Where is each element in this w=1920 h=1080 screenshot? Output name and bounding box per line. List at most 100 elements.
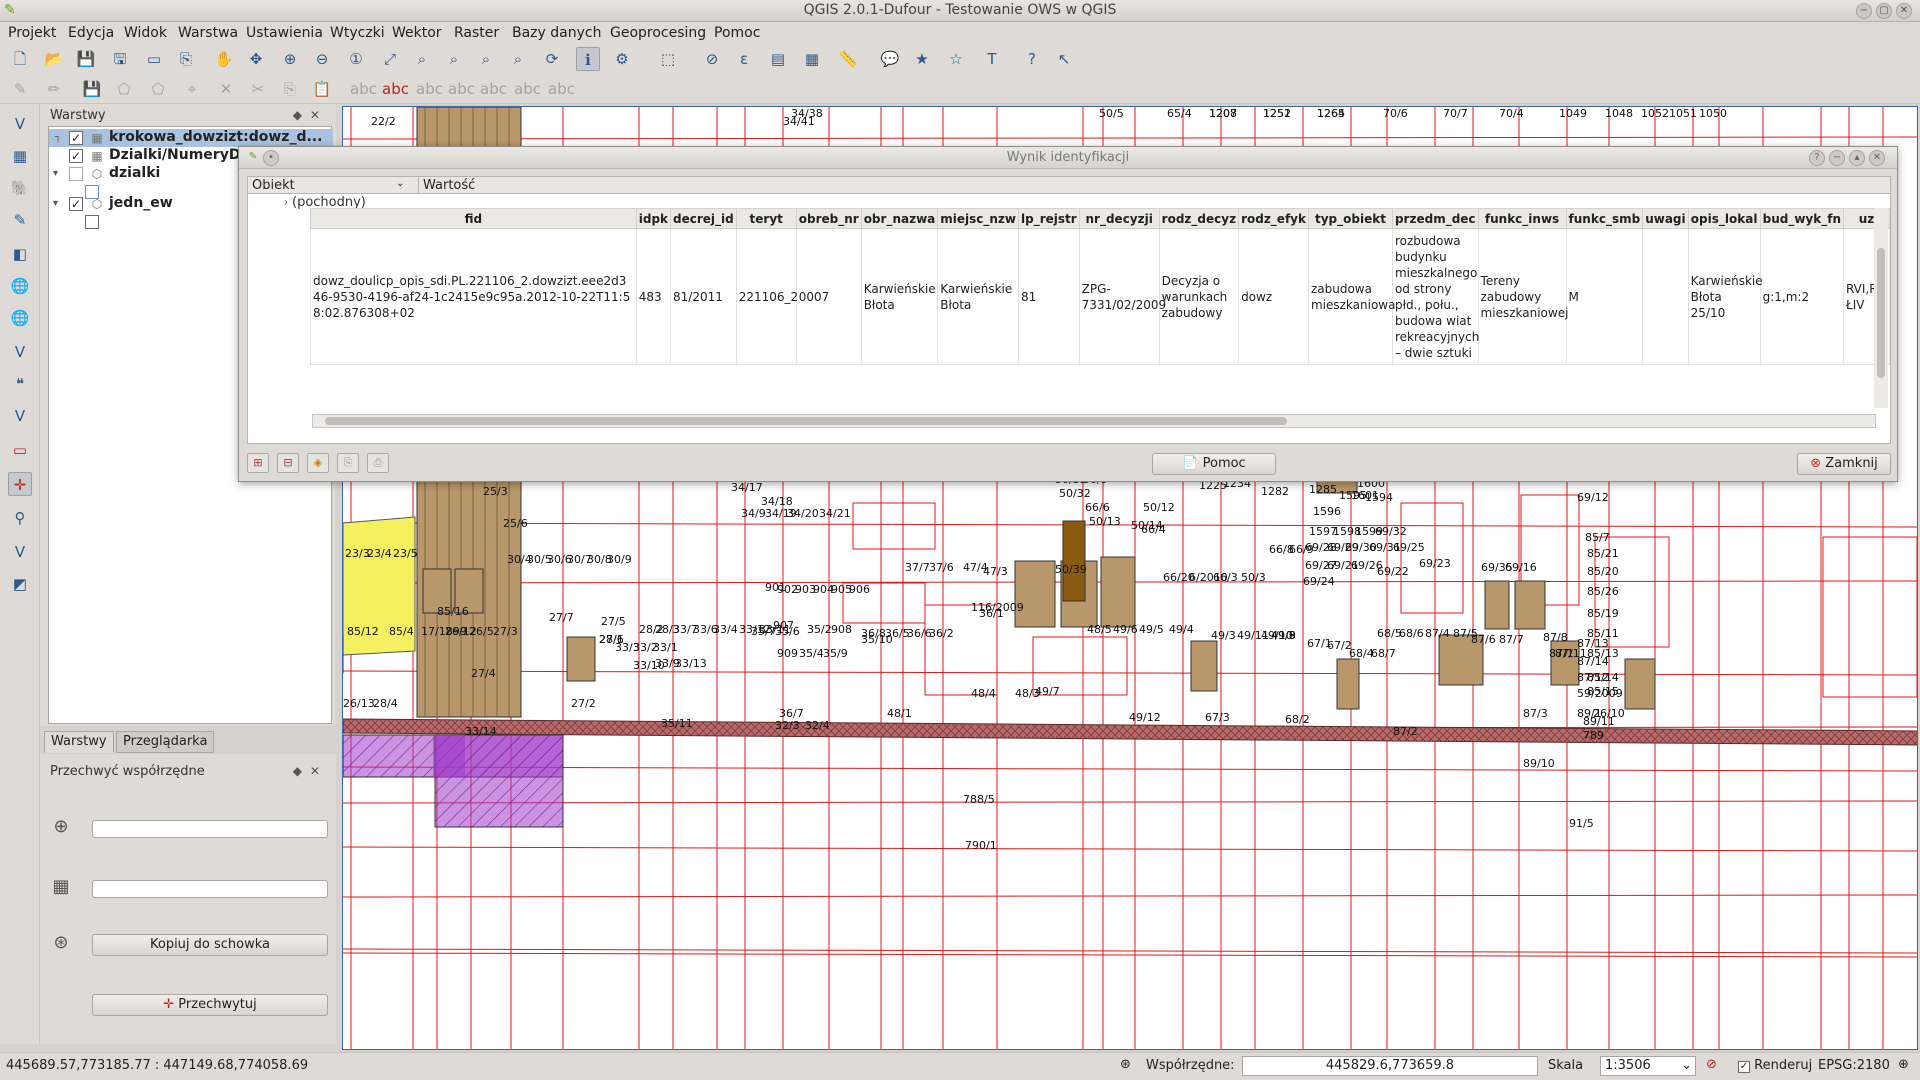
column-header[interactable]: teryt — [735, 208, 797, 229]
cut-features-icon[interactable]: ✂ — [246, 77, 270, 101]
crs-status[interactable]: EPSG:2180 — [1818, 1058, 1890, 1073]
current-edits-icon[interactable]: ✎ — [8, 77, 32, 101]
menu-wtyczki[interactable]: Wtyczki — [330, 25, 385, 41]
column-header[interactable]: nr_decyzji — [1078, 208, 1160, 229]
show-labels-icon[interactable]: abc — [448, 77, 475, 101]
menu-raster[interactable]: Raster — [454, 25, 499, 41]
collapse-all-icon[interactable]: ⊟ — [277, 453, 299, 473]
composer-manager-icon[interactable]: ⎘ — [174, 47, 198, 71]
help-contents-icon[interactable]: ? — [1020, 47, 1044, 71]
georeferencer-icon[interactable]: V — [8, 540, 32, 564]
add-vector-layer-icon[interactable]: V — [8, 112, 32, 136]
attribute-value-row[interactable]: dowz_doulicp_opis_sdi.PL.221106_2.dowziz… — [310, 228, 1890, 365]
menu-widok[interactable]: Widok — [124, 25, 167, 41]
add-feature-icon[interactable]: ⬠ — [112, 77, 136, 101]
dialog-help-icon[interactable]: ? — [1809, 150, 1825, 166]
column-value[interactable]: Wartość — [418, 178, 475, 193]
help-button[interactable]: 📄 Pomoc — [1152, 453, 1276, 475]
measure-line-icon[interactable]: 📏 — [836, 47, 860, 71]
new-print-composer-icon[interactable]: ▭ — [142, 47, 166, 71]
expand-arrow-icon[interactable]: › — [284, 197, 288, 208]
copy-features-icon[interactable]: ⎘ — [278, 77, 302, 101]
add-raster-layer-icon[interactable]: ▦ — [8, 144, 32, 168]
menu-ustawienia[interactable]: Ustawienia — [246, 25, 323, 41]
zoom-actual-size-icon[interactable]: ① — [344, 47, 368, 71]
move-label-icon[interactable]: abc — [480, 77, 507, 101]
save-project-icon[interactable]: 💾 — [74, 47, 98, 71]
panel-float-close-icons[interactable]: ◆✕ — [293, 108, 328, 122]
menu-geoprocesing[interactable]: Geoprocesing — [610, 25, 706, 41]
column-header[interactable]: lp_rejstr — [1018, 208, 1080, 229]
copy-icon[interactable]: ⎘ — [337, 453, 359, 473]
column-header[interactable]: miejsc_nzw — [937, 208, 1019, 229]
column-header[interactable]: idpk — [635, 208, 672, 229]
minimize-button[interactable]: − — [1856, 3, 1872, 19]
column-header[interactable]: opis_lokal — [1687, 208, 1761, 229]
vertical-scrollbar[interactable] — [1874, 208, 1888, 408]
start-capture-button[interactable]: ✛ Przechwytuj — [92, 994, 328, 1016]
deselect-all-icon[interactable]: ⊘ — [700, 47, 724, 71]
column-object[interactable]: Obiekt — [252, 178, 295, 193]
expand-all-icon[interactable]: ⊞ — [247, 453, 269, 473]
new-shapefile-icon[interactable]: V — [8, 404, 32, 428]
menu-wektor[interactable]: Wektor — [392, 25, 442, 41]
menu-edycja[interactable]: Edycja — [68, 25, 114, 41]
add-wms-layer-icon[interactable]: 🌐 — [8, 274, 32, 298]
show-bookmarks-icon[interactable]: ☆ — [944, 47, 968, 71]
render-checkbox[interactable]: ✓ — [1738, 1061, 1750, 1073]
menu-warstwa[interactable]: Warstwa — [178, 25, 238, 41]
column-header[interactable]: funkc_smb — [1565, 208, 1644, 229]
copy-to-clipboard-button[interactable]: Kopiuj do schowka — [92, 934, 328, 956]
open-project-icon[interactable]: 📂 — [42, 47, 66, 71]
refresh-icon[interactable]: ⟳ — [540, 47, 564, 71]
column-header[interactable]: typ_obiekt — [1307, 208, 1393, 229]
node-tool-icon[interactable]: ⌖ — [180, 77, 204, 101]
column-header[interactable]: obreb_nr — [795, 208, 862, 229]
delete-selected-icon[interactable]: ✕ — [214, 77, 238, 101]
coordinates-field[interactable]: 445829.6,773659.8 — [1242, 1056, 1538, 1076]
column-header[interactable]: uwagi — [1642, 208, 1689, 229]
close-button[interactable]: ⊗ Zamknij — [1797, 453, 1891, 475]
column-header[interactable]: decrej_id — [670, 208, 737, 229]
close-window-button[interactable]: ✕ — [1896, 3, 1912, 19]
layer-visibility-checkbox[interactable]: ✓ — [69, 131, 83, 145]
select-features-icon[interactable]: ⬚ — [656, 47, 680, 71]
highlight-icon[interactable]: ◈ — [307, 453, 329, 473]
move-feature-icon[interactable]: ⬠ — [146, 77, 170, 101]
add-mssql-layer-icon[interactable]: ◧ — [8, 242, 32, 266]
map-crs-coordinate-field[interactable] — [92, 820, 328, 838]
layer-visibility-checkbox[interactable]: ✓ — [69, 197, 83, 211]
menu-pomoc[interactable]: Pomoc — [714, 25, 760, 41]
zoom-out-icon[interactable]: ⊖ — [310, 47, 334, 71]
add-spatialite-layer-icon[interactable]: ✎ — [8, 208, 32, 232]
scale-combobox[interactable]: 1:3506 ⌄ — [1600, 1056, 1696, 1076]
column-header[interactable]: obr_nazwa — [860, 208, 939, 229]
layer-labeling-icon[interactable]: abc — [382, 77, 409, 101]
new-bookmark-icon[interactable]: ★ — [910, 47, 934, 71]
user-crs-coordinate-field[interactable] — [92, 880, 328, 898]
tab-przegladarka[interactable]: Przeglądarka — [116, 731, 215, 753]
save-edits-icon[interactable]: 💾 — [80, 77, 104, 101]
add-wfs-layer-icon[interactable]: V — [8, 340, 32, 364]
add-delimited-text-icon[interactable]: ❝ — [8, 372, 32, 396]
zoom-to-layer-icon[interactable]: ⌕ — [442, 47, 466, 71]
map-tool-icon[interactable]: ◩ — [8, 572, 32, 596]
column-header[interactable]: rodz_decyz — [1158, 208, 1240, 229]
horizontal-scrollbar[interactable] — [312, 414, 1876, 428]
scroll-thumb[interactable] — [325, 417, 1287, 425]
print-icon[interactable]: ⎙ — [367, 453, 389, 473]
layer-visibility-checkbox[interactable] — [69, 167, 83, 181]
label-tool-icon[interactable]: abc — [350, 77, 377, 101]
change-label-icon[interactable]: abc — [548, 77, 575, 101]
identify-features-icon[interactable]: ℹ — [576, 47, 600, 71]
layer-visibility-checkbox[interactable]: ✓ — [69, 149, 83, 163]
run-feature-action-icon[interactable]: ⚙ — [610, 47, 634, 71]
dialog-close-icon[interactable]: ✕ — [1869, 150, 1885, 166]
menu-bazy-danych[interactable]: Bazy danych — [512, 25, 601, 41]
field-calculator-icon[interactable]: ε — [732, 47, 756, 71]
toggle-extents-icon[interactable]: ⊛ — [1120, 1057, 1131, 1072]
statistics-icon[interactable]: ▦ — [800, 47, 824, 71]
map-tips-icon[interactable]: 💬 — [878, 47, 902, 71]
remove-layer-icon[interactable]: ▭ — [8, 438, 32, 462]
track-mouse-icon[interactable]: ⊛ — [50, 932, 72, 954]
